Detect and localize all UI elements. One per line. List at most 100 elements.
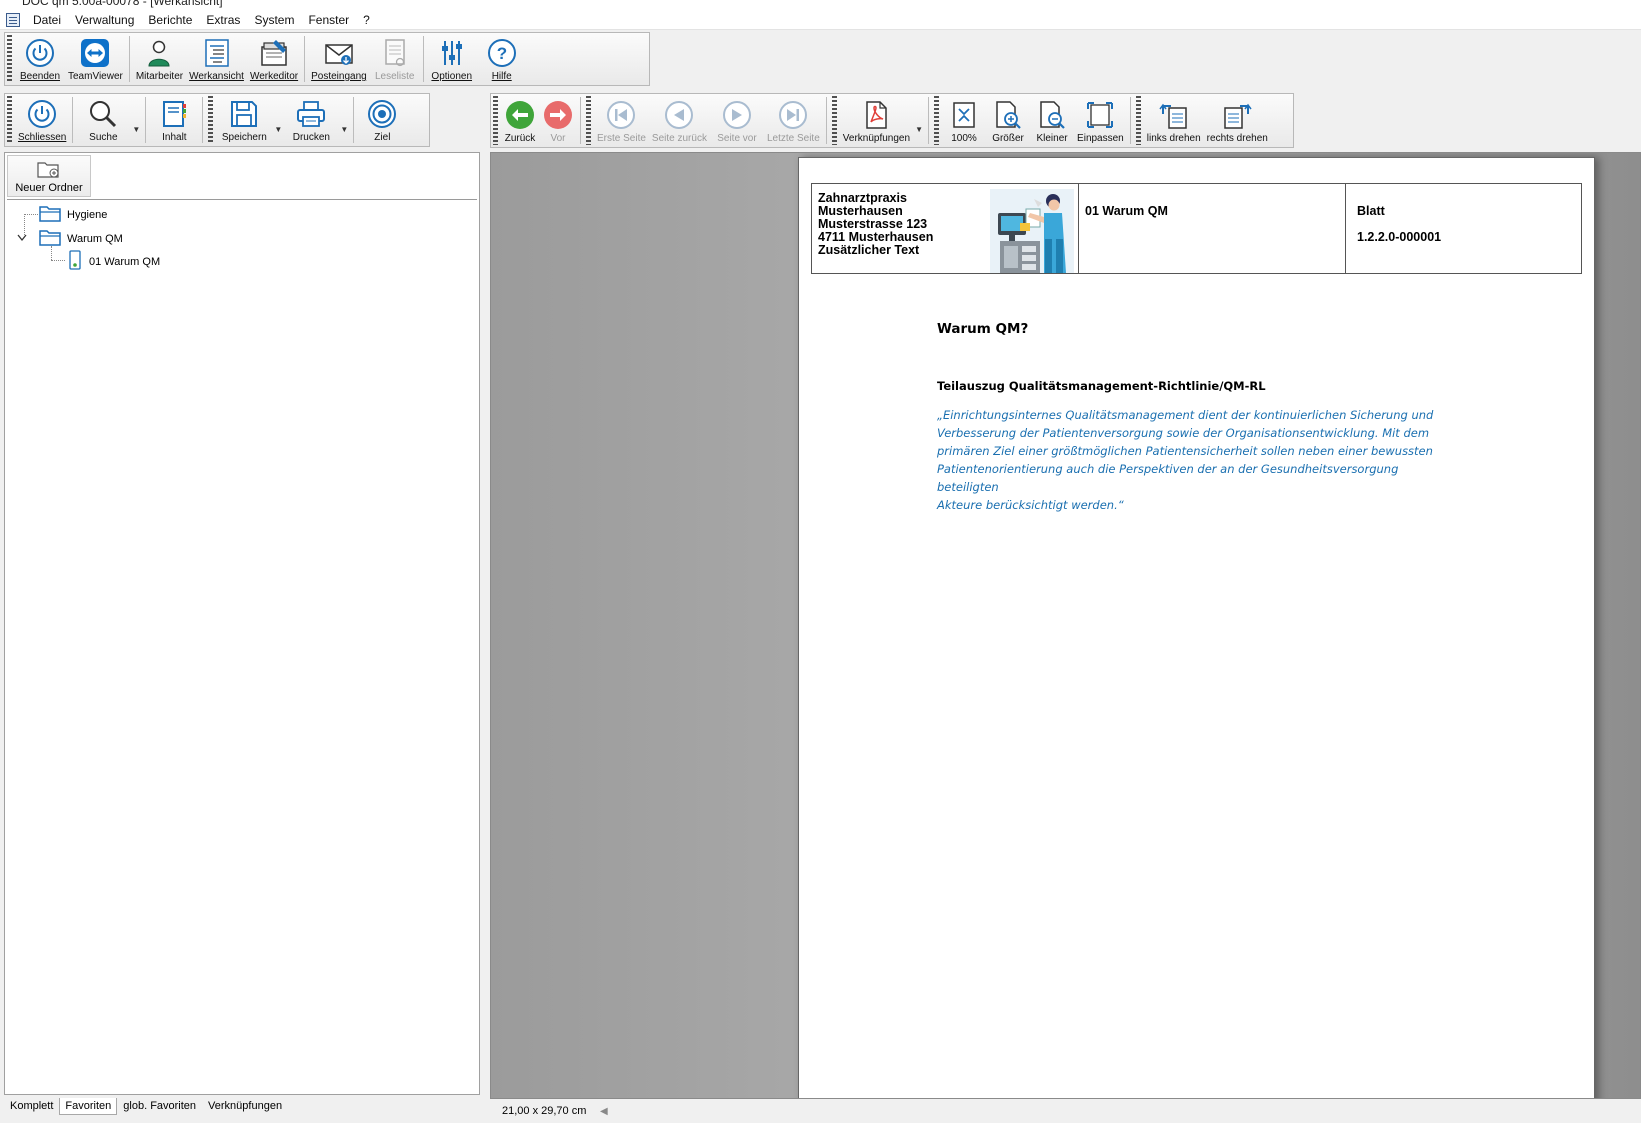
zoom-actual-size-icon <box>949 100 979 130</box>
inhalt-label: Inhalt <box>162 132 187 143</box>
menu-system[interactable]: System <box>247 13 301 27</box>
menu-fenster[interactable]: Fenster <box>301 13 356 27</box>
zurueck-button[interactable]: Zurück <box>501 94 539 147</box>
speichern-dropdown-arrow[interactable]: ▼ <box>272 94 284 146</box>
seite-vor-button[interactable]: Seite vor <box>710 94 764 147</box>
toolbar-grip[interactable] <box>7 96 12 144</box>
document-page: Zahnarztpraxis Musterhausen Musterstrass… <box>798 157 1595 1098</box>
kleiner-button[interactable]: Kleiner <box>1030 94 1074 147</box>
hilfe-button[interactable]: ? Hilfe <box>477 33 527 85</box>
tree-line <box>24 214 38 215</box>
werkansicht-label: Werkansicht <box>189 71 244 82</box>
pdf-link-icon <box>861 100 891 130</box>
teamviewer-button[interactable]: TeamViewer <box>65 33 126 85</box>
menu-datei[interactable]: Datei <box>26 13 68 27</box>
suche-button[interactable]: Suche <box>76 94 130 146</box>
links-drehen-button[interactable]: links drehen <box>1144 94 1204 147</box>
teamviewer-icon <box>80 38 110 68</box>
seite-vor-label: Seite vor <box>717 133 757 144</box>
app-menu-icon[interactable] <box>6 12 20 27</box>
toolbar-grip[interactable] <box>208 96 214 144</box>
toolbar-separator <box>72 97 74 143</box>
drucken-button[interactable]: Drucken <box>284 94 338 146</box>
zoom-100-label: 100% <box>951 133 977 144</box>
toolbar-separator <box>928 97 930 144</box>
tab-glob-favoriten[interactable]: glob. Favoriten <box>117 1097 202 1115</box>
werkeditor-button[interactable]: Werkeditor <box>247 33 301 85</box>
toolbar-grip[interactable] <box>7 35 12 83</box>
tab-komplett[interactable]: Komplett <box>4 1097 59 1115</box>
power-icon <box>27 99 57 129</box>
toolbar-separator <box>128 36 130 82</box>
arrow-left-icon <box>505 100 535 130</box>
main-toolbar: Beenden TeamViewer Mitarbeiter Werkansic… <box>4 32 650 86</box>
posteingang-button[interactable]: Posteingang <box>308 33 370 85</box>
toolbar-grip[interactable] <box>493 96 498 145</box>
optionen-button[interactable]: Optionen <box>427 33 477 85</box>
drucken-dropdown-arrow[interactable]: ▼ <box>338 94 350 146</box>
document-header-table: Zahnarztpraxis Musterhausen Musterstrass… <box>811 183 1582 274</box>
menu-verwaltung[interactable]: Verwaltung <box>68 13 141 27</box>
toolbar-grip[interactable] <box>934 96 940 145</box>
chevron-down-icon[interactable] <box>17 233 31 245</box>
blatt-label: Blatt <box>1357 204 1385 218</box>
rechts-drehen-button[interactable]: rechts drehen <box>1204 94 1271 147</box>
groesser-button[interactable]: Größer <box>986 94 1030 147</box>
tree-item-01-warum-qm[interactable]: 01 Warum QM <box>69 250 160 273</box>
toolbar-separator <box>422 36 424 82</box>
zoom-in-icon <box>993 100 1023 130</box>
speichern-button[interactable]: Speichern <box>216 94 272 146</box>
header-organization-cell: Zahnarztpraxis Musterhausen Musterstrass… <box>812 184 1079 273</box>
posteingang-label: Posteingang <box>311 71 367 82</box>
verknuepfungen-button[interactable]: Verknüpfungen <box>840 94 913 147</box>
links-drehen-label: links drehen <box>1146 133 1201 144</box>
quote-line: „Einrichtungsinternes Qualitätsmanagemen… <box>937 408 1434 422</box>
document-viewer[interactable]: Zahnarztpraxis Musterhausen Musterstrass… <box>490 152 1641 1099</box>
werkansicht-button[interactable]: Werkansicht <box>186 33 247 85</box>
verknuepfungen-dropdown-arrow[interactable]: ▼ <box>913 94 925 147</box>
printer-icon <box>296 99 326 129</box>
reading-list-icon <box>380 38 410 68</box>
letzte-seite-label: Letzte Seite <box>766 133 820 144</box>
vor-button[interactable]: Vor <box>539 94 577 147</box>
toolbar-grip[interactable] <box>831 96 837 145</box>
tree-line <box>51 260 65 261</box>
einpassen-button[interactable]: Einpassen <box>1074 94 1127 147</box>
letzte-seite-button[interactable]: Letzte Seite <box>764 94 823 147</box>
last-page-icon <box>778 100 808 130</box>
erste-seite-button[interactable]: Erste Seite <box>594 94 649 147</box>
suche-label: Suche <box>89 132 118 143</box>
tab-favoriten[interactable]: Favoriten <box>59 1097 118 1115</box>
beenden-button[interactable]: Beenden <box>15 33 65 85</box>
leseliste-label: Leseliste <box>374 71 415 82</box>
ziel-button[interactable]: Ziel <box>357 94 407 146</box>
scroll-left-icon[interactable]: ◀ <box>600 1106 608 1117</box>
leseliste-button[interactable]: Leseliste <box>370 33 420 85</box>
blatt-number: 1.2.2.0-000001 <box>1357 230 1442 244</box>
sliders-icon <box>437 38 467 68</box>
zoom-100-button[interactable]: 100% <box>942 94 986 147</box>
new-folder-icon <box>37 159 61 182</box>
suche-dropdown-arrow[interactable]: ▼ <box>130 94 142 146</box>
mitarbeiter-button[interactable]: Mitarbeiter <box>133 33 186 85</box>
verknuepfungen-label: Verknüpfungen <box>842 133 911 144</box>
werkeditor-label: Werkeditor <box>249 71 299 82</box>
menu-extras[interactable]: Extras <box>199 13 247 27</box>
inhalt-button[interactable]: Inhalt <box>149 94 199 146</box>
tree-item-warum-qm[interactable]: Warum QM <box>17 228 123 249</box>
seite-zurueck-button[interactable]: Seite zurück <box>649 94 710 147</box>
menu-help[interactable]: ? <box>356 13 377 27</box>
vor-label: Vor <box>550 133 566 144</box>
quote-line: Akteure berücksichtigt werden.“ <box>937 498 1124 512</box>
new-folder-label: Neuer Ordner <box>15 182 83 194</box>
menu-berichte[interactable]: Berichte <box>141 13 199 27</box>
speichern-label: Speichern <box>221 132 267 143</box>
schliessen-button[interactable]: Schliessen <box>15 94 69 146</box>
toolbar-grip[interactable] <box>1135 96 1141 145</box>
toolbar-grip[interactable] <box>586 96 591 145</box>
folder-icon <box>39 204 61 225</box>
quote-line: Verbesserung der Patientenversorgung sow… <box>937 426 1430 440</box>
tree-item-hygiene[interactable]: Hygiene <box>39 204 107 225</box>
new-folder-button[interactable]: Neuer Ordner <box>7 155 91 197</box>
tab-verknuepfungen[interactable]: Verknüpfungen <box>202 1097 288 1115</box>
